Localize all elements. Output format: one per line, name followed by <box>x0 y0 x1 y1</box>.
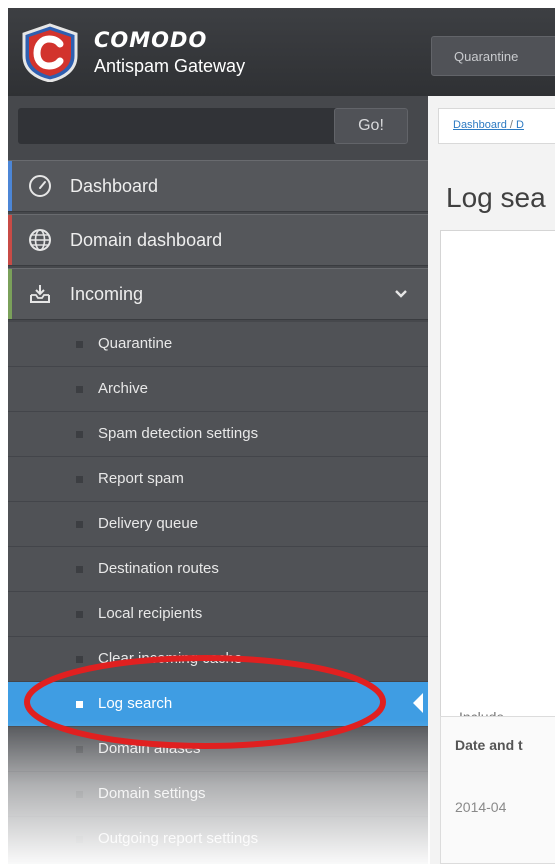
bullet-icon <box>76 341 83 348</box>
submenu-item-label: Archive <box>98 380 149 397</box>
submenu-item-label: Outgoing report settings <box>98 830 259 847</box>
nav-accent-bar <box>8 215 12 265</box>
submenu-item-delivery-queue[interactable]: Delivery queue <box>8 502 428 547</box>
table-cell-date: 2014-04 <box>455 799 507 815</box>
breadcrumb-next-link[interactable]: D <box>516 119 524 131</box>
sidebar-item-label: Incoming <box>70 284 144 304</box>
go-button[interactable]: Go! <box>334 108 408 144</box>
submenu-item-archive[interactable]: Archive <box>8 367 428 412</box>
submenu-item-quarantine[interactable]: Quarantine <box>8 322 428 367</box>
submenu-item-label: Spam detection settings <box>98 425 259 442</box>
submenu-item-label: Destination routes <box>98 560 219 577</box>
bullet-icon <box>76 521 83 528</box>
chevron-down-icon <box>395 290 407 298</box>
sidebar-search-input[interactable]: Go! <box>18 108 408 144</box>
bullet-icon <box>76 566 83 573</box>
bullet-icon <box>76 476 83 483</box>
bullet-icon <box>76 386 83 393</box>
results-table: Date and t 2014-04 <box>440 716 555 864</box>
submenu-item-local-recipients[interactable]: Local recipients <box>8 592 428 637</box>
main-content: Dashboard / D Log sea Include Date and t… <box>428 96 555 864</box>
submenu-item-label: Domain settings <box>98 785 206 802</box>
speedometer-icon <box>29 175 51 197</box>
bullet-icon <box>76 791 83 798</box>
column-header-date[interactable]: Date and t <box>455 737 523 753</box>
bullet-icon <box>76 836 83 843</box>
comodo-logo-icon <box>22 23 78 82</box>
sidebar-item-label: Domain dashboard <box>70 230 223 250</box>
bullet-icon <box>76 431 83 438</box>
submenu-item-label: Quarantine <box>98 335 173 352</box>
submenu-item-label: Local recipients <box>98 605 203 622</box>
submenu-item-label: Report spam <box>98 470 184 487</box>
bullet-icon <box>76 611 83 618</box>
breadcrumb-trail: Dashboard / D <box>453 119 524 131</box>
sidebar-item-label: Dashboard <box>70 176 159 196</box>
quarantine-top-button[interactable]: Quarantine <box>431 36 555 76</box>
submenu-item-spam-detection-settings[interactable]: Spam detection settings <box>8 412 428 457</box>
sidebar-item-dashboard[interactable]: Dashboard <box>8 160 428 212</box>
sidebar-item-incoming[interactable]: Incoming <box>8 268 428 320</box>
page-title: Log sea <box>446 182 546 213</box>
inbox-download-icon <box>30 285 50 303</box>
nav-accent-bar <box>8 269 12 319</box>
breadcrumb: Dashboard / D <box>438 108 555 144</box>
top-bar: COMODO Antispam Gateway Quarantine <box>8 8 555 96</box>
submenu-item-report-spam[interactable]: Report spam <box>8 457 428 502</box>
breadcrumb-dashboard-link[interactable]: Dashboard <box>453 119 507 131</box>
submenu-item-label: Delivery queue <box>98 515 199 532</box>
product-name: Antispam Gateway <box>94 56 246 76</box>
globe-icon <box>29 229 51 251</box>
submenu-item-domain-settings[interactable]: Domain settings <box>8 772 428 817</box>
submenu-item-destination-routes[interactable]: Destination routes <box>8 547 428 592</box>
breadcrumb-separator: / <box>506 119 516 131</box>
active-pointer-icon <box>413 693 423 713</box>
brand-name: COMODO <box>94 28 208 52</box>
submenu-item-outgoing-report-settings[interactable]: Outgoing report settings <box>8 817 428 862</box>
sidebar-item-domain-dashboard[interactable]: Domain dashboard <box>8 214 428 266</box>
highlight-ellipse <box>24 655 386 749</box>
nav-accent-bar <box>8 161 12 211</box>
